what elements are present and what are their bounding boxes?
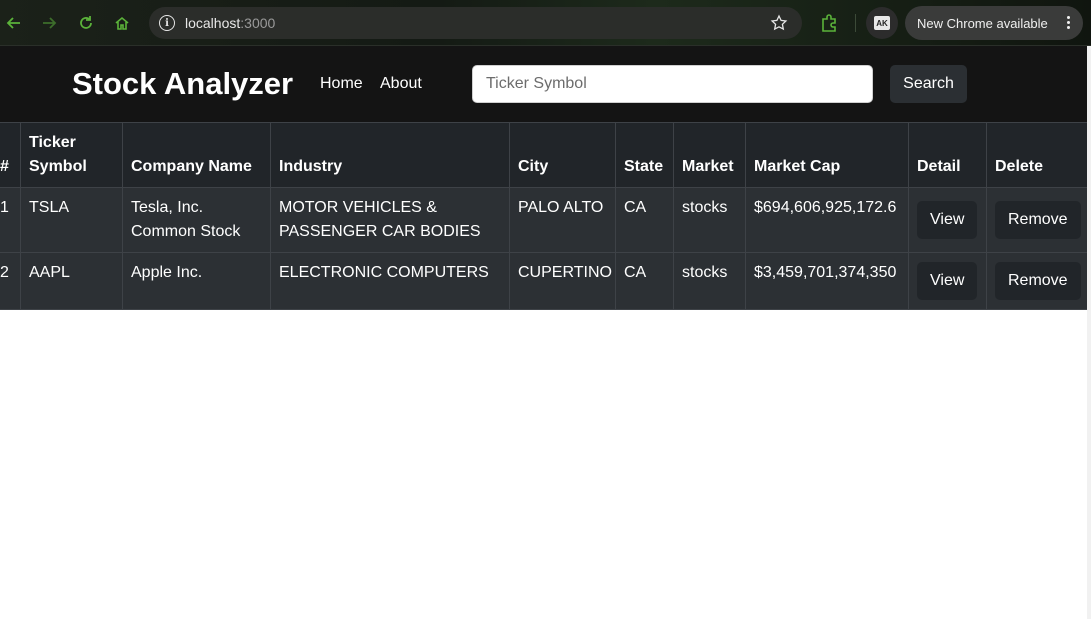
cell-ticker: TSLA [20, 187, 123, 253]
cell-company: Apple Inc. [122, 252, 271, 310]
address-bar[interactable]: i localhost:3000 [149, 7, 802, 39]
cell-city: PALO ALTO [509, 187, 616, 253]
cell-industry: ELECTRONIC COMPUTERS [270, 252, 510, 310]
cell-city: CUPERTINO [509, 252, 616, 310]
reload-icon[interactable] [75, 12, 97, 34]
extensions-puzzle-icon[interactable] [818, 12, 840, 34]
cell-detail: View [908, 252, 987, 310]
remove-button[interactable]: Remove [995, 262, 1081, 300]
header-ticker: Ticker Symbol [20, 122, 123, 188]
cell-ticker: AAPL [20, 252, 123, 310]
table-row: 2 AAPL Apple Inc. ELECTRONIC COMPUTERS C… [0, 252, 1088, 310]
brand-title[interactable]: Stock Analyzer [72, 66, 293, 102]
ticker-search-input[interactable] [472, 65, 873, 103]
cell-market: stocks [673, 252, 746, 310]
header-market: Market [673, 122, 746, 188]
view-button[interactable]: View [917, 201, 978, 239]
cell-market-cap: $694,606,925,172.6 [745, 187, 909, 253]
more-menu-icon[interactable] [1067, 16, 1071, 30]
header-state: State [615, 122, 674, 188]
stock-table-container: # Ticker Symbol Company Name Industry Ci… [0, 122, 1088, 310]
header-delete: Delete [986, 122, 1088, 188]
header-industry: Industry [270, 122, 510, 188]
back-arrow-icon[interactable] [3, 12, 25, 34]
page-scrollbar[interactable] [1087, 46, 1091, 619]
toolbar-divider [855, 14, 856, 32]
site-info-icon[interactable]: i [159, 15, 175, 31]
cell-delete: Remove [986, 187, 1088, 253]
cell-market: stocks [673, 187, 746, 253]
cell-delete: Remove [986, 252, 1088, 310]
search-button[interactable]: Search [890, 65, 967, 103]
cell-num: 1 [0, 187, 21, 253]
header-num: # [0, 122, 21, 188]
header-detail: Detail [908, 122, 987, 188]
profile-label: AK [874, 16, 890, 30]
nav-link-home[interactable]: Home [320, 75, 363, 93]
chrome-update-button[interactable]: New Chrome available [905, 6, 1083, 40]
header-market-cap: Market Cap [745, 122, 909, 188]
bookmark-star-icon[interactable] [770, 14, 788, 32]
cell-company: Tesla, Inc. Common Stock [122, 187, 271, 253]
cell-state: CA [615, 252, 674, 310]
cell-market-cap: $3,459,701,374,350 [745, 252, 909, 310]
cell-state: CA [615, 187, 674, 253]
header-city: City [509, 122, 616, 188]
forward-arrow-icon[interactable] [38, 12, 60, 34]
table-header-row: # Ticker Symbol Company Name Industry Ci… [0, 122, 1088, 188]
table-row: 1 TSLA Tesla, Inc. Common Stock MOTOR VE… [0, 187, 1088, 253]
home-icon[interactable] [111, 12, 133, 34]
remove-button[interactable]: Remove [995, 201, 1081, 239]
view-button[interactable]: View [917, 262, 978, 300]
browser-toolbar: i localhost:3000 AK New Chrome available [0, 0, 1091, 46]
address-url: localhost:3000 [185, 15, 276, 31]
cell-detail: View [908, 187, 987, 253]
cell-num: 2 [0, 252, 21, 310]
cell-industry: MOTOR VEHICLES & PASSENGER CAR BODIES [270, 187, 510, 253]
header-company: Company Name [122, 122, 271, 188]
nav-link-about[interactable]: About [380, 75, 422, 93]
app-navbar: Stock Analyzer Home About Search [0, 46, 1087, 122]
stock-table: # Ticker Symbol Company Name Industry Ci… [0, 122, 1088, 310]
update-label: New Chrome available [917, 15, 1048, 31]
profile-avatar[interactable]: AK [866, 7, 898, 39]
